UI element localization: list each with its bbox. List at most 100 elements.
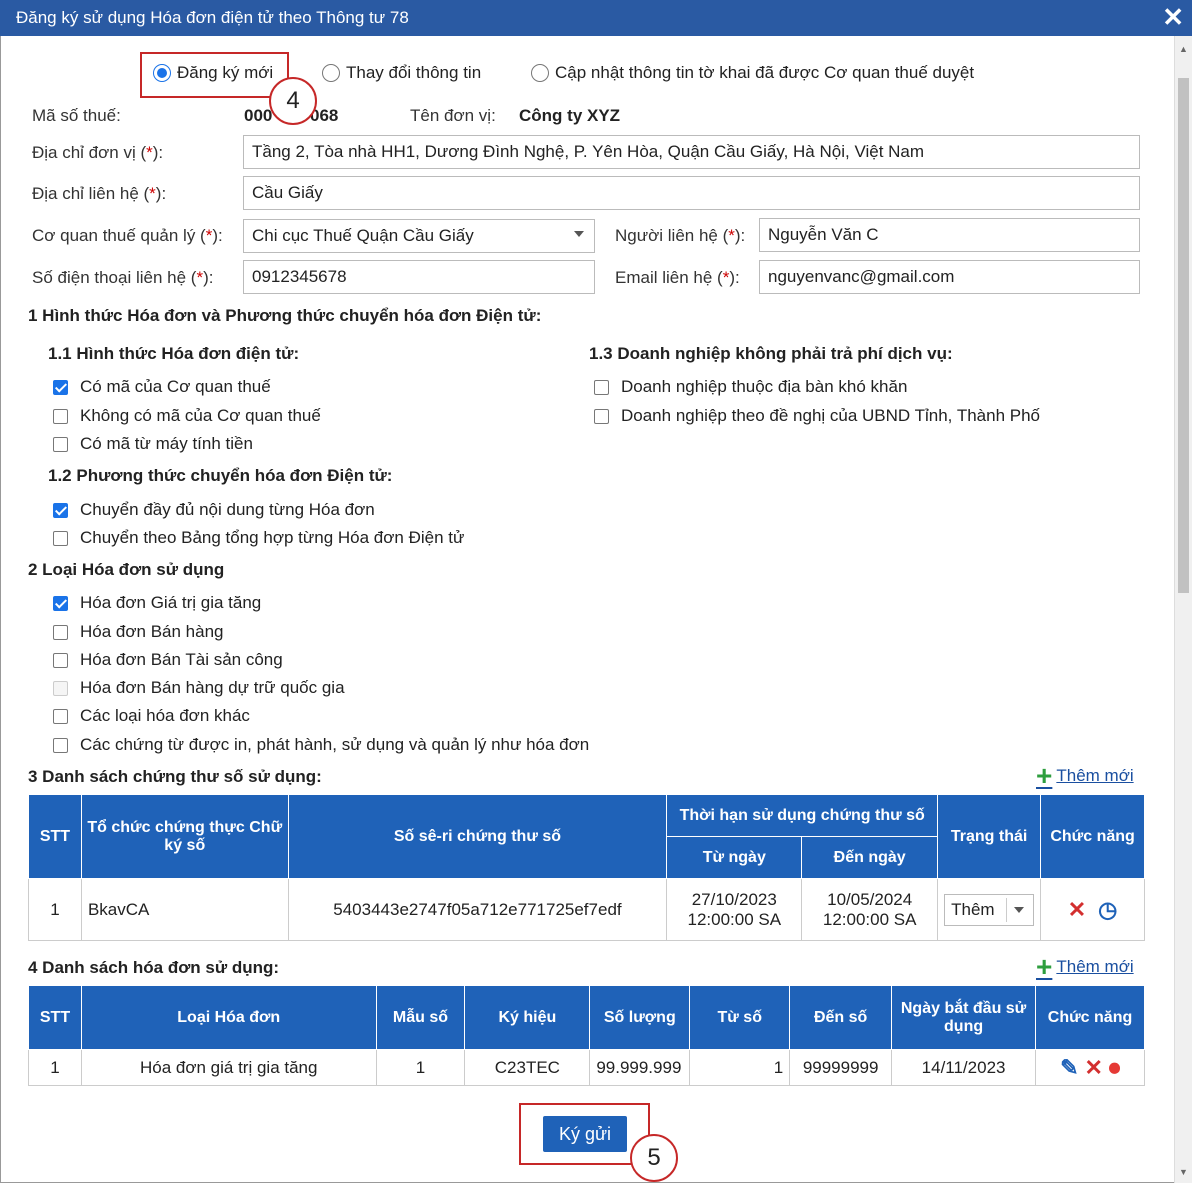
delete-icon[interactable]: ✕ — [1068, 897, 1086, 923]
contact-person-input[interactable]: Nguyễn Văn C — [759, 218, 1140, 252]
checkbox-tax-code[interactable]: Có mã của Cơ quan thuế — [53, 377, 271, 397]
col-type: Loại Hóa đơn — [80, 985, 377, 1050]
checkbox-cash-register[interactable]: Có mã từ máy tính tiền — [53, 434, 253, 454]
section13-title: 1.3 Doanh nghiệp không phải trả phí dịch… — [589, 344, 953, 363]
cell-from-no: 1 — [689, 1049, 791, 1086]
cell-from: 27/10/2023 12:00:00 SA — [666, 878, 803, 941]
tax-office-label: Cơ quan thuế quản lý (*): — [32, 226, 223, 245]
history-icon[interactable]: ◷ — [1098, 897, 1117, 923]
checkbox-documents[interactable]: Các chứng từ được in, phát hành, sử dụng… — [53, 735, 589, 755]
checkbox-label: Hóa đơn Bán hàng dự trữ quốc gia — [80, 678, 345, 697]
checkbox-full-transfer[interactable]: Chuyển đầy đủ nội dung từng Hóa đơn — [53, 500, 375, 520]
chevron-down-icon[interactable] — [574, 231, 584, 237]
checkbox-vat-invoice[interactable]: Hóa đơn Giá trị gia tăng — [53, 593, 261, 613]
checkbox-box[interactable] — [53, 530, 68, 546]
checkbox-label: Doanh nghiệp theo đề nghị của UBND Tỉnh,… — [621, 406, 1040, 425]
checkbox-label: Chuyển theo Bảng tổng hợp từng Hóa đơn Đ… — [80, 528, 465, 547]
scroll-down-icon[interactable]: ▼ — [1179, 1167, 1188, 1177]
cell-serial: 5403443e2747f05a712e771725ef7edf — [287, 878, 668, 941]
cell-to: 10/05/2024 12:00:00 SA — [801, 878, 939, 941]
checkbox-summary-transfer[interactable]: Chuyển theo Bảng tổng hợp từng Hóa đơn Đ… — [53, 528, 464, 548]
add-certificate-label: Thêm mới — [1056, 766, 1134, 785]
checkbox-label: Hóa đơn Bán Tài sản công — [80, 650, 283, 669]
close-icon[interactable]: ✕ — [1162, 4, 1184, 30]
col-from: Từ ngày — [666, 836, 803, 879]
checkbox-box[interactable] — [594, 408, 609, 424]
col-stt: STT — [28, 794, 82, 879]
unit-name-value: Công ty XYZ — [519, 106, 621, 125]
checkbox-box[interactable] — [53, 502, 68, 518]
certificate-table: STT Tổ chức chứng thực Chữ ký số Số sê-r… — [28, 794, 1145, 941]
contact-address-label: Địa chỉ liên hệ (*): — [32, 184, 167, 203]
checkbox-ubnd-proposal[interactable]: Doanh nghiệp theo đề nghị của UBND Tỉnh,… — [594, 406, 1040, 426]
tax-code-value: 000 — [244, 106, 273, 125]
checkbox-label: Hóa đơn Giá trị gia tăng — [80, 593, 262, 612]
radio-update-approved[interactable]: Cập nhật thông tin tờ khai đã được Cơ qu… — [531, 63, 974, 83]
radio-dot[interactable] — [322, 64, 340, 82]
cell-status: Thêm — [937, 878, 1042, 941]
col-serial: Số sê-ri chứng thư số — [287, 794, 668, 879]
checkbox-label: Không có mã của Cơ quan thuế — [80, 406, 321, 425]
invoice-table: STT Loại Hóa đơn Mẫu số Ký hiệu Số lượng… — [28, 985, 1145, 1086]
cell-org: BkavCA — [80, 878, 289, 941]
phone-input[interactable]: 0912345678 — [243, 260, 595, 294]
checkbox-box[interactable] — [53, 624, 68, 640]
col-template: Mẫu số — [375, 985, 466, 1050]
email-label: Email liên hệ (*): — [615, 268, 740, 287]
scroll-up-icon[interactable]: ▲ — [1179, 44, 1188, 54]
col-qty: Số lượng — [589, 985, 691, 1050]
tax-office-select[interactable]: Chi cục Thuế Quận Cầu Giấy — [243, 219, 595, 253]
table-row: 1 BkavCA 5403443e2747f05a712e771725ef7ed… — [28, 878, 1145, 941]
status-selected: Thêm — [951, 899, 995, 919]
col-org: Tổ chức chứng thực Chữ ký số — [80, 794, 289, 879]
col-start-date: Ngày bắt đầu sử dụng — [891, 985, 1037, 1050]
edit-icon[interactable]: ✎ — [1060, 1055, 1078, 1081]
checkbox-sales-invoice[interactable]: Hóa đơn Bán hàng — [53, 622, 223, 642]
email-input[interactable]: nguyenvanc@gmail.com — [759, 260, 1140, 294]
annotation-step5: 5 — [630, 1134, 678, 1182]
stop-icon[interactable]: ⏺ — [1109, 1055, 1120, 1081]
section11-title: 1.1 Hình thức Hóa đơn điện tử: — [48, 344, 300, 363]
vertical-scrollbar[interactable]: ▲ ▼ — [1174, 36, 1192, 1183]
cell-stt: 1 — [28, 1049, 82, 1086]
cell-stt: 1 — [28, 878, 82, 941]
radio-label: Cập nhật thông tin tờ khai đã được Cơ qu… — [555, 63, 975, 82]
add-invoice-link[interactable]: + Thêm mới — [1036, 953, 1134, 981]
checkbox-box[interactable] — [53, 408, 68, 424]
annotation-step4: 4 — [269, 77, 317, 125]
col-validity: Thời hạn sử dụng chứng thư số — [666, 794, 939, 837]
checkbox-box[interactable] — [53, 737, 68, 753]
add-invoice-label: Thêm mới — [1056, 957, 1134, 976]
checkbox-box[interactable] — [53, 379, 68, 395]
dialog-title: Đăng ký sử dụng Hóa đơn điện tử theo Thô… — [16, 8, 409, 27]
checkbox-public-asset-invoice[interactable]: Hóa đơn Bán Tài sản công — [53, 650, 283, 670]
radio-dot[interactable] — [531, 64, 549, 82]
checkbox-box[interactable] — [594, 379, 609, 395]
cell-qty: 99.999.999 — [589, 1049, 691, 1086]
contact-address-input[interactable]: Cầu Giấy — [243, 176, 1140, 210]
add-certificate-link[interactable]: + Thêm mới — [1036, 762, 1134, 790]
checkbox-other-invoice[interactable]: Các loại hóa đơn khác — [53, 706, 250, 726]
scrollbar-thumb[interactable] — [1178, 78, 1189, 593]
col-func: Chức năng — [1040, 794, 1145, 879]
section1-title: 1 Hình thức Hóa đơn và Phương thức chuyể… — [28, 306, 542, 325]
checkbox-no-tax-code[interactable]: Không có mã của Cơ quan thuế — [53, 406, 321, 426]
col-to: Đến ngày — [801, 836, 939, 879]
section3-title: 3 Danh sách chứng thư số sử dụng: — [28, 767, 322, 786]
col-from-no: Từ số — [689, 985, 791, 1050]
checkbox-label: Các chứng từ được in, phát hành, sử dụng… — [80, 735, 590, 754]
checkbox-box[interactable] — [53, 436, 68, 452]
address-label: Địa chỉ đơn vị (*): — [32, 143, 164, 162]
checkbox-label: Các loại hóa đơn khác — [80, 706, 250, 725]
phone-label: Số điện thoại liên hệ (*): — [32, 268, 214, 287]
checkbox-difficult-area[interactable]: Doanh nghiệp thuộc địa bàn khó khăn — [594, 377, 907, 397]
delete-icon[interactable]: ✕ — [1085, 1055, 1103, 1081]
status-select[interactable]: Thêm — [944, 893, 1035, 926]
checkbox-box[interactable] — [53, 595, 68, 611]
chevron-down-icon[interactable] — [1014, 906, 1025, 913]
radio-change-info[interactable]: Thay đổi thông tin — [322, 63, 481, 83]
checkbox-box[interactable] — [53, 652, 68, 668]
checkbox-box[interactable] — [53, 708, 68, 724]
address-input[interactable]: Tầng 2, Tòa nhà HH1, Dương Đình Nghệ, P.… — [243, 135, 1140, 169]
cell-func: ✕ ◷ — [1040, 878, 1145, 941]
